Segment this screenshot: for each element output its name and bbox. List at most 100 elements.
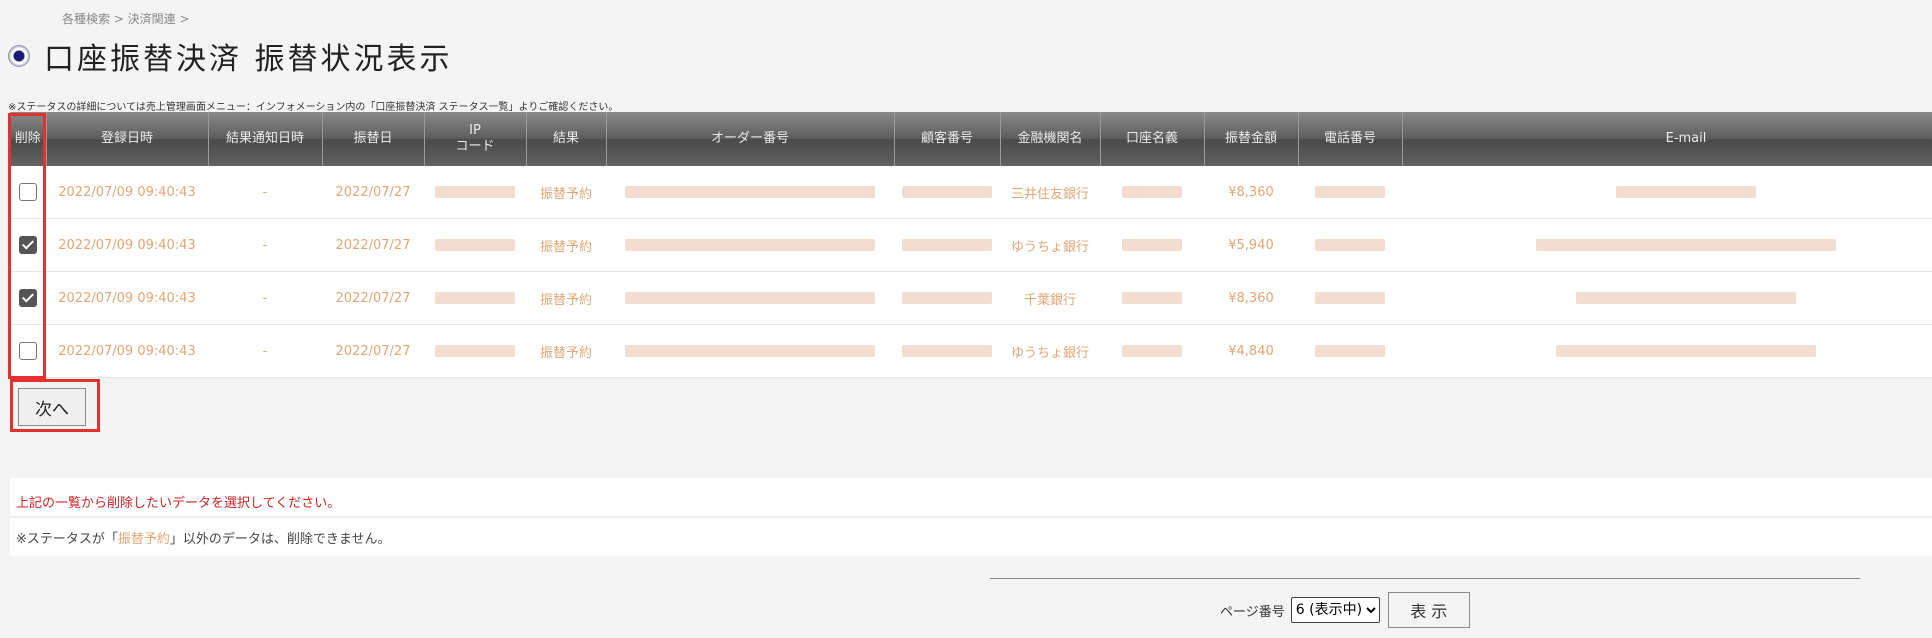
redacted-bar bbox=[1315, 239, 1385, 251]
redacted-bar bbox=[625, 186, 875, 198]
redacted-bar bbox=[435, 186, 515, 198]
redacted-bar bbox=[1315, 345, 1385, 357]
amount-cell: ¥8,360 bbox=[1204, 271, 1298, 325]
delete-restriction-note: ※ステータスが「振替予約」以外のデータは、削除できません。 bbox=[16, 528, 391, 547]
redacted-bar bbox=[1122, 345, 1182, 357]
delete-column-highlight bbox=[8, 113, 46, 379]
phone-cell-redacted bbox=[1298, 218, 1402, 272]
col-header-phone: 電話番号 bbox=[1298, 112, 1403, 166]
col-header-customer-no: 顧客番号 bbox=[894, 112, 1001, 166]
account-name-cell-redacted bbox=[1100, 324, 1204, 378]
result-cell: 振替予約 bbox=[526, 166, 606, 219]
table-row: 2022/07/09 09:40:43 - 2022/07/27 振替予約 千葉… bbox=[10, 271, 1932, 325]
order-no-cell-redacted bbox=[606, 324, 894, 378]
redacted-bar bbox=[902, 239, 992, 251]
results-table: 削除 登録日時 結果通知日時 振替日 IP コード 結果 オーダー番号 顧客番号… bbox=[10, 112, 1932, 378]
bank-name-cell: 千葉銀行 bbox=[1000, 271, 1100, 325]
registered-cell: 2022/07/09 09:40:43 bbox=[46, 271, 208, 325]
divider bbox=[10, 516, 1932, 518]
redacted-bar bbox=[902, 345, 992, 357]
ip-code-cell-redacted bbox=[424, 218, 526, 272]
table-header-row: 削除 登録日時 結果通知日時 振替日 IP コード 結果 オーダー番号 顧客番号… bbox=[10, 112, 1932, 166]
result-cell: 振替予約 bbox=[526, 271, 606, 325]
phone-cell-redacted bbox=[1298, 324, 1402, 378]
breadcrumb: 各種検索 > 決済関連 > bbox=[62, 12, 190, 26]
redacted-bar bbox=[1122, 186, 1182, 198]
col-header-bank-name: 金融機関名 bbox=[1000, 112, 1101, 166]
show-button[interactable]: 表 示 bbox=[1387, 592, 1470, 628]
redacted-bar bbox=[1616, 186, 1756, 198]
ip-code-cell-redacted bbox=[424, 271, 526, 325]
result-cell: 振替予約 bbox=[526, 324, 606, 378]
ip-header-line1: IP bbox=[469, 123, 481, 138]
title-bullet-icon bbox=[8, 45, 30, 67]
order-no-cell-redacted bbox=[606, 218, 894, 272]
redacted-bar bbox=[435, 292, 515, 304]
registered-cell: 2022/07/09 09:40:43 bbox=[46, 166, 208, 219]
redacted-bar bbox=[1122, 239, 1182, 251]
redacted-bar bbox=[625, 239, 875, 251]
phone-cell-redacted bbox=[1298, 166, 1402, 219]
redacted-bar bbox=[902, 186, 992, 198]
page-number-select[interactable]: 6 (表示中) bbox=[1290, 597, 1380, 623]
email-cell-redacted bbox=[1402, 271, 1932, 325]
notified-cell: - bbox=[208, 218, 322, 272]
note-suffix: 」以外のデータは、削除できません。 bbox=[169, 532, 391, 547]
redacted-bar bbox=[1536, 239, 1836, 251]
email-cell-redacted bbox=[1402, 324, 1932, 378]
transfer-date-cell: 2022/07/27 bbox=[322, 324, 424, 378]
ip-header-line2: コード bbox=[455, 139, 495, 154]
col-header-email: E-mail bbox=[1402, 112, 1932, 166]
results-table-container: 削除 登録日時 結果通知日時 振替日 IP コード 結果 オーダー番号 顧客番号… bbox=[10, 112, 1932, 378]
notified-cell: - bbox=[208, 271, 322, 325]
col-header-ip-code: IP コード bbox=[424, 112, 527, 166]
customer-no-cell-redacted bbox=[894, 324, 1000, 378]
order-no-cell-redacted bbox=[606, 166, 894, 219]
page-header: 口座振替決済 振替状況表示 bbox=[8, 34, 453, 78]
redacted-bar bbox=[1556, 345, 1816, 357]
redacted-bar bbox=[1576, 292, 1796, 304]
bank-name-cell: ゆうちょ銀行 bbox=[1000, 324, 1100, 378]
redacted-bar bbox=[625, 345, 875, 357]
account-name-cell-redacted bbox=[1100, 166, 1204, 219]
customer-no-cell-redacted bbox=[894, 271, 1000, 325]
order-no-cell-redacted bbox=[606, 271, 894, 325]
registered-cell: 2022/07/09 09:40:43 bbox=[46, 324, 208, 378]
next-button-highlight bbox=[10, 379, 100, 432]
col-header-notified: 結果通知日時 bbox=[208, 112, 323, 166]
notified-cell: - bbox=[208, 324, 322, 378]
redacted-bar bbox=[435, 239, 515, 251]
status-note: ※ステータスの詳細については売上管理画面メニュー：インフォメーション内の「口座振… bbox=[8, 102, 619, 113]
redacted-bar bbox=[1122, 292, 1182, 304]
email-cell-redacted bbox=[1402, 218, 1932, 272]
info-panel: 上記の一覧から削除したいデータを選択してください。 ※ステータスが「振替予約」以… bbox=[10, 478, 1932, 556]
col-header-result: 結果 bbox=[526, 112, 607, 166]
col-header-order-no: オーダー番号 bbox=[606, 112, 895, 166]
redacted-bar bbox=[902, 292, 992, 304]
transfer-date-cell: 2022/07/27 bbox=[322, 218, 424, 272]
amount-cell: ¥4,840 bbox=[1204, 324, 1298, 378]
amount-cell: ¥8,360 bbox=[1204, 166, 1298, 219]
customer-no-cell-redacted bbox=[894, 166, 1000, 219]
delete-select-prompt: 上記の一覧から削除したいデータを選択してください。 bbox=[16, 496, 341, 511]
page-number-label: ページ番号 bbox=[1220, 604, 1285, 620]
account-name-cell-redacted bbox=[1100, 218, 1204, 272]
redacted-bar bbox=[435, 345, 515, 357]
pager: ページ番号 6 (表示中) 表 示 bbox=[1220, 592, 1470, 628]
col-header-transfer-date: 振替日 bbox=[322, 112, 425, 166]
col-header-registered: 登録日時 bbox=[46, 112, 209, 166]
notified-cell: - bbox=[208, 166, 322, 219]
table-row: 2022/07/09 09:40:43 - 2022/07/27 振替予約 ゆう… bbox=[10, 324, 1932, 378]
col-header-amount: 振替金額 bbox=[1204, 112, 1299, 166]
transfer-date-cell: 2022/07/27 bbox=[322, 271, 424, 325]
redacted-bar bbox=[625, 292, 875, 304]
note-prefix: ※ステータスが「 bbox=[16, 532, 118, 547]
amount-cell: ¥5,940 bbox=[1204, 218, 1298, 272]
redacted-bar bbox=[1315, 186, 1385, 198]
col-header-account-name: 口座名義 bbox=[1100, 112, 1205, 166]
transfer-date-cell: 2022/07/27 bbox=[322, 166, 424, 219]
pager-divider bbox=[990, 578, 1860, 579]
bank-name-cell: 三井住友銀行 bbox=[1000, 166, 1100, 219]
redacted-bar bbox=[1315, 292, 1385, 304]
ip-code-cell-redacted bbox=[424, 166, 526, 219]
